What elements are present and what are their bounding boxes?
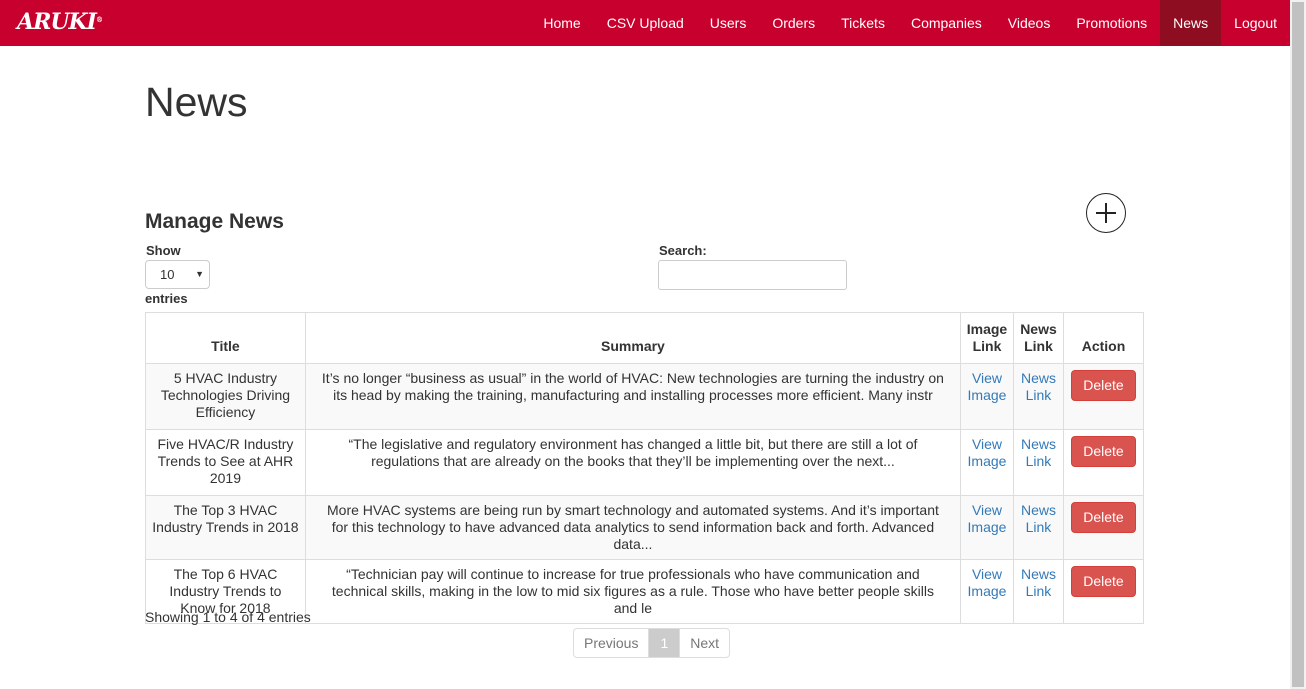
nav-news[interactable]: News [1160,0,1222,46]
top-navbar: ARUKI® Home CSV Upload Users Orders Tick… [0,0,1290,46]
row-title: Five HVAC/R Industry Trends to See at AH… [145,429,306,496]
row-action-cell: Delete [1062,495,1145,560]
page-title: News [145,79,248,125]
row-title: 5 HVAC Industry Technologies Driving Eff… [145,363,306,430]
main-nav: Home CSV Upload Users Orders Tickets Com… [530,0,1290,46]
table-row: 5 HVAC Industry Technologies Driving Eff… [145,363,1145,430]
col-image-link[interactable]: Image Link [960,312,1014,364]
nav-users[interactable]: Users [697,0,760,46]
news-link[interactable]: News Link [1020,370,1057,404]
nav-home[interactable]: Home [530,0,593,46]
row-image-cell: View Image [960,363,1014,430]
news-link[interactable]: News Link [1020,502,1057,536]
row-news-cell: News Link [1012,495,1064,560]
news-table: Title Summary Image Link News Link Actio… [145,312,1145,624]
row-action-cell: Delete [1062,559,1145,624]
vertical-scrollbar[interactable] [1290,0,1306,689]
col-summary[interactable]: Summary [304,312,962,364]
row-summary: “Technician pay will continue to increas… [304,559,962,624]
news-link[interactable]: News Link [1020,566,1057,600]
view-image-link[interactable]: View Image [967,436,1007,470]
add-news-button[interactable] [1086,193,1126,233]
entries-label: entries [145,291,188,306]
view-image-link[interactable]: View Image [967,566,1007,600]
row-image-cell: View Image [960,495,1014,560]
next-page-button[interactable]: Next [679,629,729,657]
row-action-cell: Delete [1062,429,1145,496]
row-title: The Top 3 HVAC Industry Trends in 2018 [145,495,306,560]
table-header-row: Title Summary Image Link News Link Actio… [145,312,1145,364]
row-summary: “The legislative and regulatory environm… [304,429,962,496]
nav-companies[interactable]: Companies [898,0,995,46]
row-image-cell: View Image [960,429,1014,496]
previous-page-button[interactable]: Previous [574,629,648,657]
brand-logo[interactable]: ARUKI® [17,9,103,35]
col-title[interactable]: Title [145,312,306,364]
row-action-cell: Delete [1062,363,1145,430]
nav-logout[interactable]: Logout [1221,0,1290,46]
col-news-link[interactable]: News Link [1012,312,1064,364]
search-input[interactable] [658,260,847,290]
view-image-link[interactable]: View Image [967,502,1007,536]
delete-button[interactable]: Delete [1071,436,1136,467]
delete-button[interactable]: Delete [1071,502,1136,533]
registered-mark: ® [95,15,103,24]
page-length-select[interactable]: 10 ▼ [145,260,210,289]
delete-button[interactable]: Delete [1071,370,1136,401]
pagination: Previous 1 Next [573,628,731,658]
row-image-cell: View Image [960,559,1014,624]
row-news-cell: News Link [1012,559,1064,624]
manage-news-heading: Manage News [145,210,284,233]
nav-videos[interactable]: Videos [995,0,1064,46]
brand-logo-text: ARUKI [17,9,97,35]
chevron-down-icon: ▼ [195,269,204,279]
nav-orders[interactable]: Orders [759,0,828,46]
delete-button[interactable]: Delete [1071,566,1136,597]
page-length-value: 10 [160,267,175,282]
row-news-cell: News Link [1012,429,1064,496]
table-row: Five HVAC/R Industry Trends to See at AH… [145,429,1145,496]
current-page-button[interactable]: 1 [648,629,680,657]
col-action[interactable]: Action [1062,312,1145,364]
show-label: Show [146,243,181,258]
row-summary: It’s no longer “business as usual” in th… [304,363,962,430]
table-row: The Top 3 HVAC Industry Trends in 2018 M… [145,495,1145,560]
search-label: Search: [659,243,707,258]
table-info: Showing 1 to 4 of 4 entries [145,609,311,625]
nav-tickets[interactable]: Tickets [828,0,898,46]
row-news-cell: News Link [1012,363,1064,430]
view-image-link[interactable]: View Image [967,370,1007,404]
nav-csv-upload[interactable]: CSV Upload [594,0,697,46]
row-summary: More HVAC systems are being run by smart… [304,495,962,560]
news-link[interactable]: News Link [1020,436,1057,470]
nav-promotions[interactable]: Promotions [1063,0,1160,46]
scrollbar-thumb[interactable] [1292,2,1304,687]
